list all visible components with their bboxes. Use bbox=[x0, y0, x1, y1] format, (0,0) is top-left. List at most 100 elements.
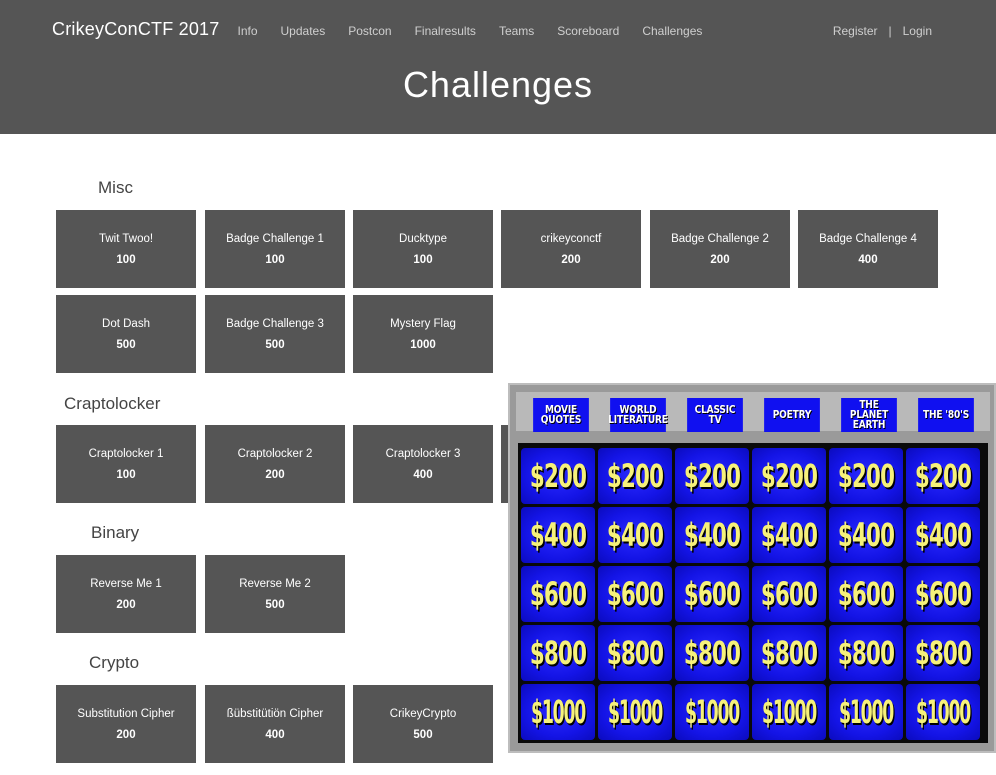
challenge-tile[interactable]: Dot Dash 500 bbox=[56, 295, 196, 373]
nav-postcon[interactable]: Postcon bbox=[348, 24, 391, 38]
nav-info[interactable]: Info bbox=[238, 24, 258, 38]
challenge-tile[interactable]: Badge Challenge 3 500 bbox=[205, 295, 345, 373]
board-value-cell: $200 bbox=[829, 448, 903, 504]
challenge-tile[interactable]: Ducktype 100 bbox=[353, 210, 493, 288]
board-value-cell: $200 bbox=[752, 448, 826, 504]
board-value: $400 bbox=[529, 516, 587, 554]
board-value: $600 bbox=[683, 575, 741, 613]
board-value-cell: $1000 bbox=[598, 684, 672, 740]
board-value: $200 bbox=[529, 457, 587, 495]
board-value: $600 bbox=[529, 575, 587, 613]
board-value-cell: $1000 bbox=[752, 684, 826, 740]
challenge-name: Substitution Cipher bbox=[77, 707, 175, 720]
challenge-name: Reverse Me 1 bbox=[90, 577, 162, 590]
challenge-name: Craptolocker 3 bbox=[385, 447, 461, 460]
nav-finalresults[interactable]: Finalresults bbox=[415, 24, 476, 38]
challenge-tile[interactable]: ßübstitütiön Cipher 400 bbox=[205, 685, 345, 763]
board-value-cell: $1000 bbox=[906, 684, 980, 740]
challenge-points: 500 bbox=[413, 728, 433, 741]
challenge-points: 100 bbox=[413, 253, 433, 266]
board-value-cell: $600 bbox=[521, 566, 595, 622]
challenge-tile[interactable]: CrikeyCrypto 500 bbox=[353, 685, 493, 763]
challenge-tile[interactable]: Reverse Me 2 500 bbox=[205, 555, 345, 633]
board-value: $200 bbox=[683, 457, 741, 495]
challenge-tile[interactable]: Badge Challenge 2 200 bbox=[650, 210, 790, 288]
board-value-cell: $200 bbox=[906, 448, 980, 504]
board-value: $400 bbox=[683, 516, 741, 554]
board-value-cell: $400 bbox=[675, 507, 749, 563]
challenge-tile[interactable]: Substitution Cipher 200 bbox=[56, 685, 196, 763]
board-value-cell: $800 bbox=[598, 625, 672, 681]
challenge-points: 500 bbox=[116, 338, 136, 351]
board-value: $400 bbox=[760, 516, 818, 554]
challenge-points: 400 bbox=[858, 253, 878, 266]
board-category: THE '80'S bbox=[918, 398, 974, 432]
board-value: $800 bbox=[914, 634, 972, 672]
challenge-tile[interactable]: Craptolocker 3 400 bbox=[353, 425, 493, 503]
board-value: $200 bbox=[606, 457, 664, 495]
brand-link[interactable]: CrikeyConCTF 2017 bbox=[52, 19, 219, 40]
board-value-cell: $1000 bbox=[829, 684, 903, 740]
challenge-tile[interactable]: Reverse Me 1 200 bbox=[56, 555, 196, 633]
board-value: $800 bbox=[683, 634, 741, 672]
board-value: $1000 bbox=[761, 693, 817, 731]
challenge-tile[interactable]: Badge Challenge 4 400 bbox=[798, 210, 938, 288]
challenge-points: 200 bbox=[710, 253, 730, 266]
category-title-binary: Binary bbox=[91, 523, 140, 542]
register-link[interactable]: Register bbox=[833, 24, 878, 38]
challenge-points: 1000 bbox=[410, 338, 436, 351]
challenge-tile[interactable]: Mystery Flag 1000 bbox=[353, 295, 493, 373]
board-value: $800 bbox=[529, 634, 587, 672]
board-value: $600 bbox=[760, 575, 818, 613]
board-value-cell: $800 bbox=[829, 625, 903, 681]
challenge-name: Badge Challenge 3 bbox=[226, 317, 324, 330]
board-category: MOVIE QUOTES bbox=[533, 398, 589, 432]
challenge-name: Craptolocker 1 bbox=[88, 447, 164, 460]
board-category: THE PLANET EARTH bbox=[841, 398, 897, 432]
challenge-name: ßübstitütiön Cipher bbox=[226, 707, 324, 720]
board-value-cell: $800 bbox=[906, 625, 980, 681]
challenge-name: Craptolocker 2 bbox=[237, 447, 313, 460]
challenge-points: 200 bbox=[561, 253, 581, 266]
nav-scoreboard[interactable]: Scoreboard bbox=[557, 24, 619, 38]
challenge-name: Mystery Flag bbox=[390, 317, 456, 330]
board-value: $800 bbox=[837, 634, 895, 672]
challenge-tile[interactable]: Badge Challenge 1 100 bbox=[205, 210, 345, 288]
board-value-cell: $800 bbox=[675, 625, 749, 681]
challenge-name: Twit Twoo! bbox=[98, 232, 154, 245]
challenge-tile[interactable]: Twit Twoo! 100 bbox=[56, 210, 196, 288]
board-value-cell: $600 bbox=[598, 566, 672, 622]
challenge-tile[interactable]: Craptolocker 2 200 bbox=[205, 425, 345, 503]
challenge-points: 100 bbox=[265, 253, 285, 266]
challenge-tile[interactable]: crikeyconctf 200 bbox=[501, 210, 641, 288]
board-value-cell: $1000 bbox=[521, 684, 595, 740]
board-value-cell: $400 bbox=[598, 507, 672, 563]
board-value: $600 bbox=[914, 575, 972, 613]
nav-challenges[interactable]: Challenges bbox=[642, 24, 702, 38]
board-value: $1000 bbox=[530, 693, 586, 731]
challenge-points: 500 bbox=[265, 338, 285, 351]
category-title-craptolocker: Craptolocker bbox=[64, 394, 161, 413]
login-link[interactable]: Login bbox=[903, 24, 932, 38]
nav-teams[interactable]: Teams bbox=[499, 24, 534, 38]
board-category: CLASSIC TV bbox=[687, 398, 743, 432]
nav-updates[interactable]: Updates bbox=[281, 24, 326, 38]
board-value-cell: $1000 bbox=[675, 684, 749, 740]
challenge-name: Badge Challenge 1 bbox=[226, 232, 324, 245]
board-category: POETRY bbox=[764, 398, 820, 432]
board-value: $1000 bbox=[607, 693, 663, 731]
page-title: Challenges bbox=[402, 64, 594, 105]
board-value-cell: $800 bbox=[752, 625, 826, 681]
board-value: $400 bbox=[606, 516, 664, 554]
challenge-tile[interactable]: Craptolocker 1 100 bbox=[56, 425, 196, 503]
challenge-points: 200 bbox=[265, 468, 285, 481]
challenge-points: 500 bbox=[265, 598, 285, 611]
challenge-name: CrikeyCrypto bbox=[389, 707, 457, 720]
board-value-cell: $200 bbox=[598, 448, 672, 504]
board-value: $200 bbox=[760, 457, 818, 495]
board-value: $400 bbox=[837, 516, 895, 554]
challenge-points: 100 bbox=[116, 468, 136, 481]
challenge-name: Badge Challenge 2 bbox=[671, 232, 769, 245]
board-value: $800 bbox=[606, 634, 664, 672]
board-value-cell: $200 bbox=[675, 448, 749, 504]
